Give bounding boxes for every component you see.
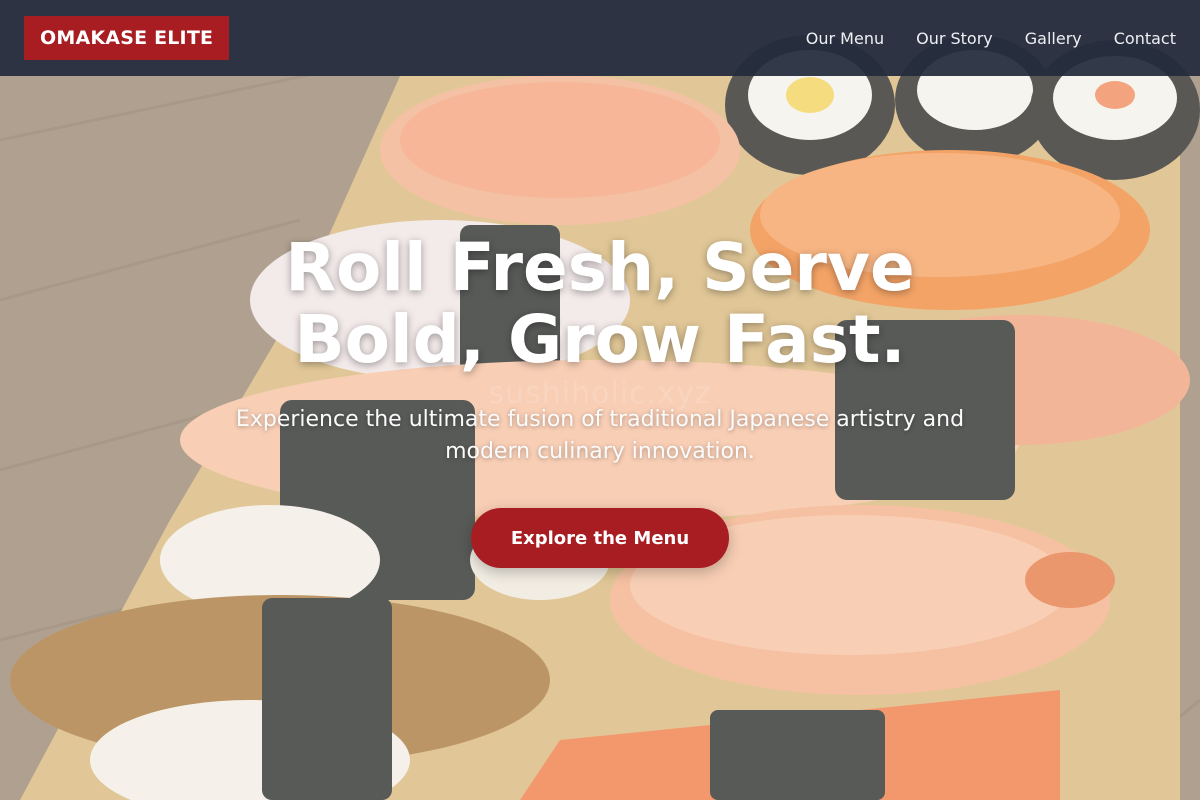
hero-section: Roll Fresh, Serve Bold, Grow Fast. Exper… xyxy=(0,232,1200,568)
brand-logo[interactable]: OMAKASE ELITE xyxy=(24,16,230,60)
nav-link-contact[interactable]: Contact xyxy=(1114,29,1176,48)
top-navbar: OMAKASE ELITE Our Menu Our Story Gallery… xyxy=(0,0,1200,76)
nav-menu: Our Menu Our Story Gallery Contact xyxy=(806,0,1176,76)
nav-item-our-story: Our Story xyxy=(916,29,993,48)
nav-item-our-menu: Our Menu xyxy=(806,29,884,48)
hero-subtitle: Experience the ultimate fusion of tradit… xyxy=(235,407,965,464)
nav-item-gallery: Gallery xyxy=(1025,29,1082,48)
nav-item-contact: Contact xyxy=(1114,29,1176,48)
hero-title: Roll Fresh, Serve Bold, Grow Fast. xyxy=(285,229,915,378)
nav-link-our-story[interactable]: Our Story xyxy=(916,29,993,48)
explore-menu-button[interactable]: Explore the Menu xyxy=(471,508,729,568)
nav-link-gallery[interactable]: Gallery xyxy=(1025,29,1082,48)
nav-link-our-menu[interactable]: Our Menu xyxy=(806,29,884,48)
